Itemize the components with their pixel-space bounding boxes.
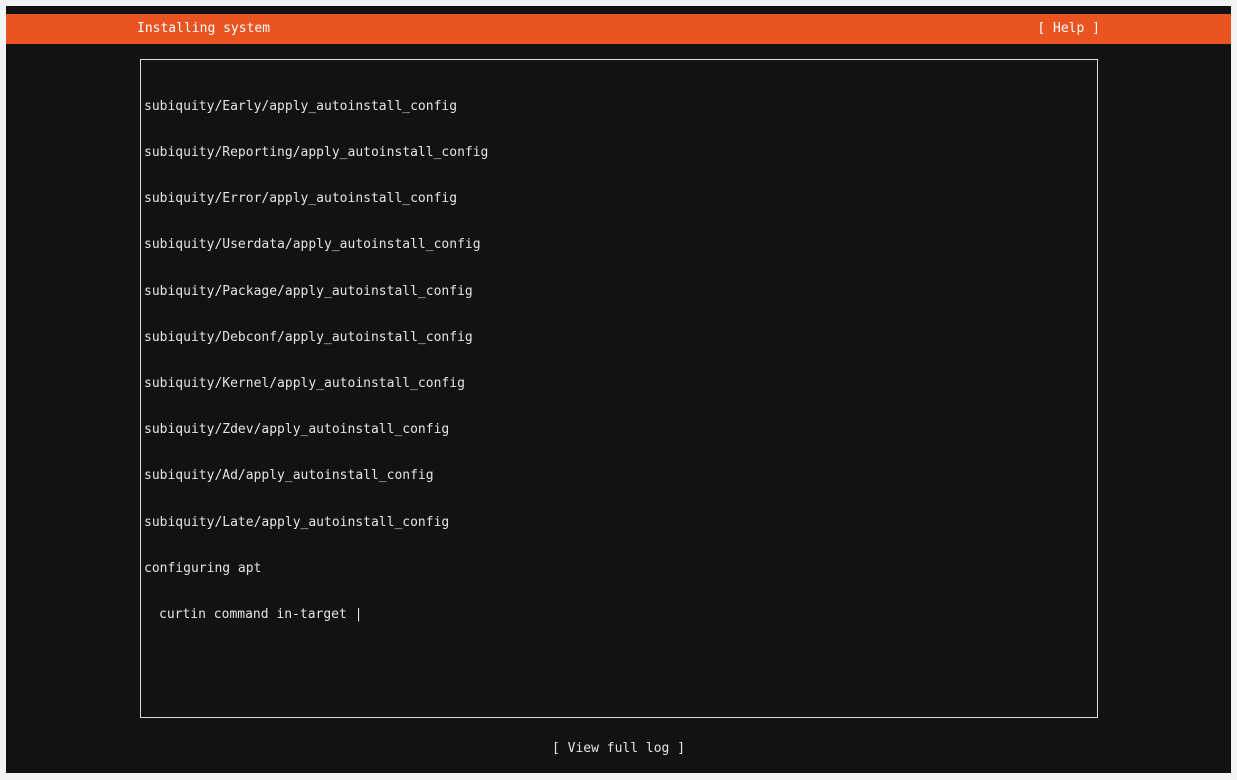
log-line: subiquity/Late/apply_autoinstall_config xyxy=(144,514,450,530)
view-full-log-button[interactable]: [ View full log ] xyxy=(6,741,1231,756)
page-title: Installing system xyxy=(137,21,271,36)
log-lines: subiquity/Early/apply_autoinstall_config… xyxy=(144,68,488,653)
log-line: subiquity/Early/apply_autoinstall_config xyxy=(144,98,458,114)
log-line: configuring apt xyxy=(144,560,262,576)
log-line: subiquity/Package/apply_autoinstall_conf… xyxy=(144,283,473,299)
log-line: subiquity/Ad/apply_autoinstall_config xyxy=(144,468,434,484)
log-line: subiquity/Error/apply_autoinstall_config xyxy=(144,191,458,207)
installer-screen: Installing system [ Help ] subiquity/Ear… xyxy=(6,6,1231,773)
log-line: subiquity/Debconf/apply_autoinstall_conf… xyxy=(144,329,473,345)
log-line: subiquity/Kernel/apply_autoinstall_confi… xyxy=(144,376,465,392)
help-button[interactable]: [ Help ] xyxy=(1037,21,1100,36)
header-bar: Installing system [ Help ] xyxy=(6,14,1231,44)
log-panel: subiquity/Early/apply_autoinstall_config… xyxy=(140,59,1098,718)
log-line: subiquity/Userdata/apply_autoinstall_con… xyxy=(144,237,481,253)
log-line: subiquity/Reporting/apply_autoinstall_co… xyxy=(144,145,489,161)
log-line-current-command: curtin command in-target | xyxy=(159,607,363,623)
log-line: subiquity/Zdev/apply_autoinstall_config xyxy=(144,422,450,438)
